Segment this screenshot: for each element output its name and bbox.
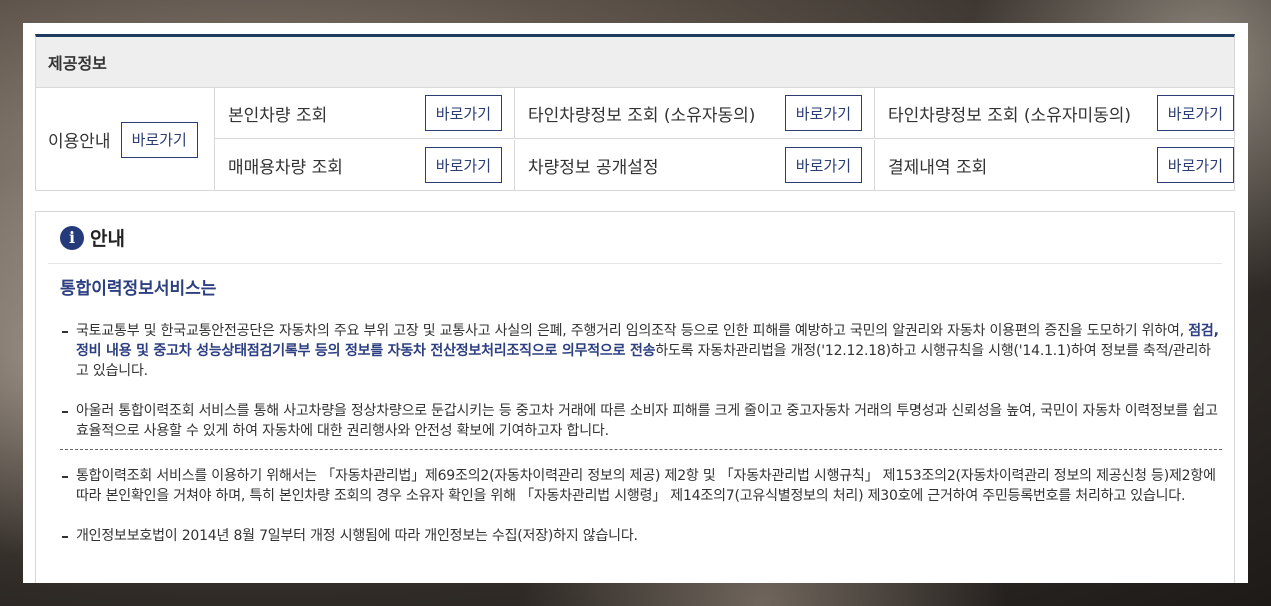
info-icon: i (60, 225, 84, 250)
disclosure-settings-go-button[interactable]: 바로가기 (784, 147, 862, 183)
notice-subtitle: 통합이력정보서비스는 (60, 279, 217, 299)
service-label: 결제내역 조회 (888, 158, 988, 178)
dashed-divider (60, 449, 1222, 450)
notice-list: 국토교통부 및 한국교통안전공단은 자동차의 주요 부위 고장 및 교통사고 사… (48, 321, 1222, 546)
notice-item: 아울러 통합이력조회 서비스를 통해 사고차량을 정상차량으로 둔갑시키는 등 … (60, 401, 1222, 441)
guide-cell: 이용안내 바로가기 (36, 88, 215, 191)
guide-go-button[interactable]: 바로가기 (120, 121, 198, 158)
content-panel: 제공정보 이용안내 바로가기 본인차량 조회 바로가기 타인차량정보 조회 (소… (23, 23, 1248, 583)
own-vehicle-go-button[interactable]: 바로가기 (424, 95, 502, 131)
service-payment-history: 결제내역 조회 바로가기 (875, 140, 1234, 191)
service-label: 매매용차량 조회 (228, 158, 343, 178)
trade-vehicle-go-button[interactable]: 바로가기 (424, 147, 502, 183)
service-label: 차량정보 공개설정 (528, 158, 659, 178)
notice-title: 안내 (90, 228, 125, 250)
payment-history-go-button[interactable]: 바로가기 (1156, 147, 1234, 183)
notice-item: 통합이력조회 서비스를 이용하기 위해서는 「자동차관리법」제69조의2(자동차… (60, 466, 1222, 506)
guide-label: 이용안내 (48, 132, 111, 152)
notice-section: i 안내 통합이력정보서비스는 국토교통부 및 한국교통안전공단은 자동차의 주… (35, 211, 1235, 583)
notice-item: 국토교통부 및 한국교통안전공단은 자동차의 주요 부위 고장 및 교통사고 사… (60, 321, 1222, 381)
service-label: 타인차량정보 조회 (소유자동의) (528, 105, 756, 126)
provided-info-section: 제공정보 이용안내 바로가기 본인차량 조회 바로가기 타인차량정보 조회 (소… (35, 34, 1235, 191)
service-label: 본인차량 조회 (228, 105, 328, 126)
service-disclosure-settings: 차량정보 공개설정 바로가기 (515, 140, 875, 191)
service-own-vehicle: 본인차량 조회 바로가기 (215, 88, 515, 139)
notice-item: 개인정보보호법이 2014년 8월 7일부터 개정 시행됨에 따라 개인정보는 … (60, 526, 1222, 546)
notice-header: i 안내 (48, 212, 1222, 264)
service-other-vehicle-no-consent: 타인차량정보 조회 (소유자미동의) 바로가기 (875, 88, 1234, 139)
service-label: 타인차량정보 조회 (소유자미동의) (888, 105, 1132, 126)
other-vehicle-consent-go-button[interactable]: 바로가기 (784, 95, 862, 131)
service-other-vehicle-consent: 타인차량정보 조회 (소유자동의) 바로가기 (515, 88, 875, 139)
other-vehicle-no-consent-go-button[interactable]: 바로가기 (1156, 95, 1234, 131)
provided-info-title: 제공정보 (36, 37, 1234, 88)
service-trade-vehicle: 매매용차량 조회 바로가기 (215, 140, 515, 191)
